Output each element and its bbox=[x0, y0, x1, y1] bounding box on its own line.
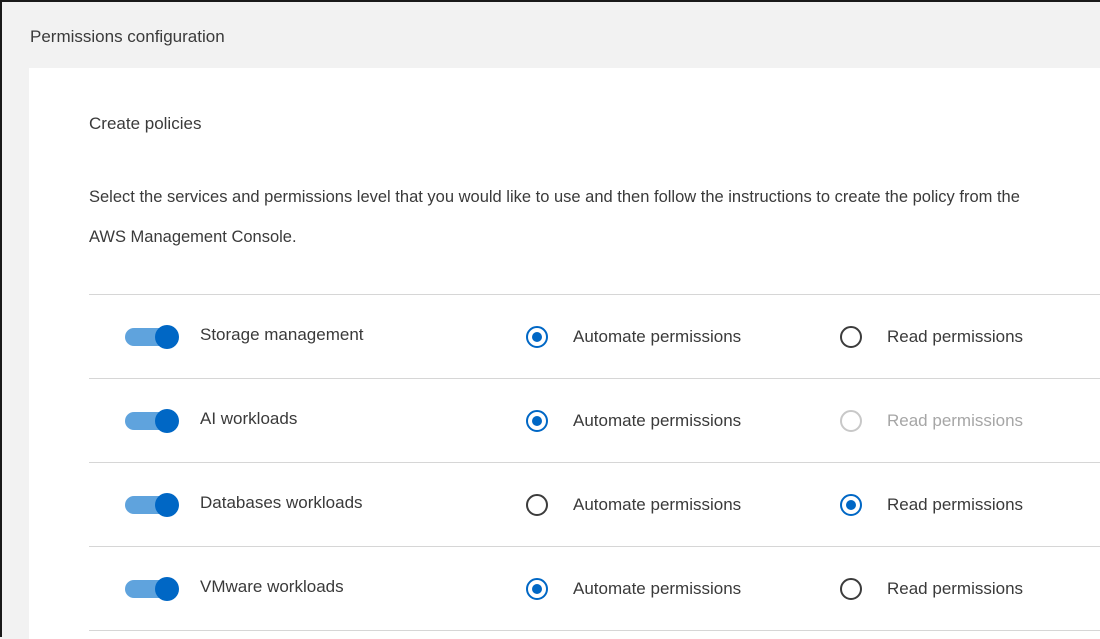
service-label: Databases workloads bbox=[200, 493, 363, 512]
radio-label: Automate permissions bbox=[573, 494, 742, 514]
toggle-knob bbox=[155, 409, 179, 433]
automate-permissions-option[interactable]: Automate permissions bbox=[526, 547, 741, 630]
automate-permissions-option[interactable]: Automate permissions bbox=[526, 463, 741, 546]
window-frame: Permissions configuration Create policie… bbox=[0, 0, 1100, 639]
automate-permissions-option[interactable]: Automate permissions bbox=[526, 295, 741, 378]
service-toggle[interactable] bbox=[125, 577, 179, 601]
radio-label: Automate permissions bbox=[573, 326, 742, 346]
toggle-knob bbox=[155, 577, 179, 601]
service-label: Storage management bbox=[200, 325, 364, 344]
service-row-ai-workloads: AI workloads Automate permissions Read p… bbox=[89, 379, 1100, 463]
services-list: Storage management Automate permissions … bbox=[89, 294, 1100, 631]
radio-label: Automate permissions bbox=[573, 410, 742, 430]
radio-button[interactable] bbox=[526, 325, 548, 348]
radio-button[interactable] bbox=[840, 493, 862, 516]
service-label: AI workloads bbox=[200, 409, 298, 428]
service-toggle[interactable] bbox=[125, 493, 179, 517]
radio-label: Read permissions bbox=[887, 410, 1024, 430]
radio-button[interactable] bbox=[840, 577, 862, 600]
section-title: Create policies bbox=[89, 114, 202, 133]
read-permissions-option-disabled: Read permissions bbox=[840, 379, 1023, 462]
radio-button[interactable] bbox=[840, 325, 862, 348]
page-title: Permissions configuration bbox=[30, 27, 225, 46]
toggle-knob bbox=[155, 325, 179, 349]
service-label: VMware workloads bbox=[200, 577, 344, 596]
radio-button-disabled bbox=[840, 409, 862, 432]
radio-label: Read permissions bbox=[887, 494, 1024, 514]
automate-permissions-option[interactable]: Automate permissions bbox=[526, 379, 741, 462]
radio-label: Read permissions bbox=[887, 326, 1024, 346]
service-toggle[interactable] bbox=[125, 325, 179, 349]
radio-button[interactable] bbox=[526, 493, 548, 516]
radio-button[interactable] bbox=[526, 409, 548, 432]
service-row-storage-management: Storage management Automate permissions … bbox=[89, 295, 1100, 379]
service-toggle[interactable] bbox=[125, 409, 179, 433]
radio-selected-dot bbox=[532, 415, 542, 426]
section-description: Select the services and permissions leve… bbox=[89, 188, 1020, 246]
service-row-vmware-workloads: VMware workloads Automate permissions Re… bbox=[89, 547, 1100, 631]
read-permissions-option[interactable]: Read permissions bbox=[840, 295, 1023, 378]
read-permissions-option[interactable]: Read permissions bbox=[840, 463, 1023, 546]
radio-button[interactable] bbox=[526, 577, 548, 600]
permissions-card: Create policies Select the services and … bbox=[29, 68, 1100, 639]
radio-selected-dot bbox=[846, 499, 856, 510]
service-row-databases-workloads: Databases workloads Automate permissions… bbox=[89, 463, 1100, 547]
toggle-knob bbox=[155, 493, 179, 517]
radio-label: Read permissions bbox=[887, 578, 1024, 598]
radio-selected-dot bbox=[532, 583, 542, 594]
radio-label: Automate permissions bbox=[573, 578, 742, 598]
radio-selected-dot bbox=[532, 331, 542, 342]
read-permissions-option[interactable]: Read permissions bbox=[840, 547, 1023, 630]
